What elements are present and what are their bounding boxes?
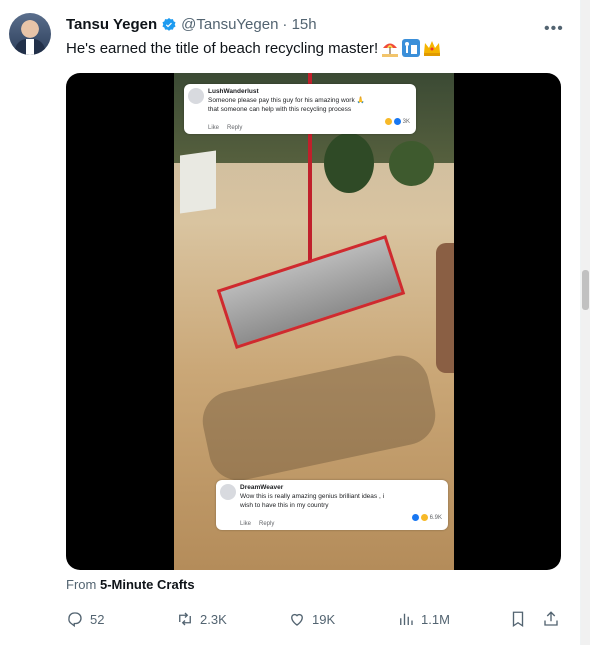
overlay-comment-bottom: DreamWeaver Wow this is really amazing g… — [216, 480, 448, 530]
reply-count: 52 — [90, 611, 105, 627]
comment-text-line2: that someone can help with this recyclin… — [208, 106, 352, 113]
comment-reply: Reply — [227, 125, 243, 131]
retweet-icon — [179, 612, 191, 626]
video-frame[interactable]: LushWanderlust Someone please pay this g… — [174, 73, 454, 570]
retweet-button[interactable]: 2.3K — [176, 610, 227, 628]
like-button[interactable]: 19K — [288, 610, 335, 628]
comment-avatar — [188, 88, 204, 104]
comment-actions: Like Reply — [240, 521, 274, 527]
video-player[interactable]: LushWanderlust Someone please pay this g… — [66, 73, 561, 570]
heart-icon — [291, 613, 303, 626]
comment-text-line1: Wow this is really amazing genius brilli… — [240, 493, 385, 500]
avatar-shirt — [26, 39, 34, 55]
scrollbar-track[interactable] — [581, 0, 590, 645]
source-prefix: From — [66, 577, 97, 592]
comment-actions: Like Reply — [208, 125, 242, 131]
author-name[interactable]: Tansu Yegen — [66, 16, 157, 33]
video-source-attribution: From 5-Minute Crafts — [66, 577, 195, 592]
video-shadow — [197, 350, 441, 486]
reaction-count: 3K — [402, 118, 410, 125]
verified-badge-icon[interactable] — [161, 17, 177, 33]
tweet-header: Tansu Yegen @TansuYegen · 15h — [66, 16, 317, 33]
share-button[interactable] — [542, 610, 566, 628]
tweet-action-bar: 52 2.3K 19K 1.1M — [0, 610, 580, 630]
comment-text-line1: Someone please pay this guy for his amaz… — [208, 97, 365, 104]
like-reaction-icon — [393, 118, 401, 125]
comment-like: Like — [240, 521, 252, 527]
views-button[interactable]: 1.1M — [397, 610, 450, 628]
reaction-count: 6.9K — [429, 514, 442, 521]
crown-emoji — [424, 41, 441, 56]
comment-reactions: 3K — [384, 118, 410, 125]
source-name-link[interactable]: 5-Minute Crafts — [100, 577, 195, 592]
views-chart-icon — [400, 613, 413, 625]
comment-text: Someone please pay this guy for his amaz… — [208, 96, 365, 114]
comment-like: Like — [208, 125, 220, 131]
reply-icon — [68, 612, 82, 628]
reply-button[interactable]: 52 — [66, 610, 104, 628]
recycling-bin-emoji — [402, 39, 421, 57]
comment-author: DreamWeaver — [240, 484, 284, 491]
scrollbar-thumb[interactable] — [582, 270, 589, 310]
comment-text-line2: wish to have this in my country — [240, 502, 329, 509]
comment-avatar — [220, 484, 236, 500]
bookmark-button[interactable] — [509, 610, 533, 628]
beach-umbrella-emoji — [382, 43, 399, 57]
video-fridge — [180, 150, 216, 214]
like-count: 19K — [312, 611, 336, 627]
comment-author: LushWanderlust — [208, 88, 259, 95]
retweet-count: 2.3K — [200, 611, 227, 627]
overlay-comment-top: LushWanderlust Someone please pay this g… — [184, 84, 416, 134]
video-tree — [324, 133, 374, 193]
avatar[interactable] — [9, 13, 51, 55]
share-icon — [544, 611, 558, 626]
author-handle[interactable]: @TansuYegen — [181, 16, 278, 33]
comment-reply: Reply — [259, 521, 275, 527]
comment-text: Wow this is really amazing genius brilli… — [240, 492, 384, 510]
haha-reaction-icon — [420, 514, 428, 521]
tweet-text: He's earned the title of beach recycling… — [66, 39, 441, 57]
comment-reactions: 6.9K — [411, 514, 442, 521]
like-reaction-icon — [411, 514, 419, 521]
views-count: 1.1M — [421, 611, 450, 627]
tweet-timestamp[interactable]: · 15h — [282, 16, 316, 33]
more-options-icon[interactable]: ••• — [544, 20, 564, 38]
tweet-text-body: He's earned the title of beach recycling… — [66, 39, 379, 57]
video-tree — [389, 141, 434, 186]
video-person-leg — [436, 243, 454, 373]
bookmark-icon — [512, 611, 524, 628]
haha-reaction-icon — [384, 118, 392, 125]
